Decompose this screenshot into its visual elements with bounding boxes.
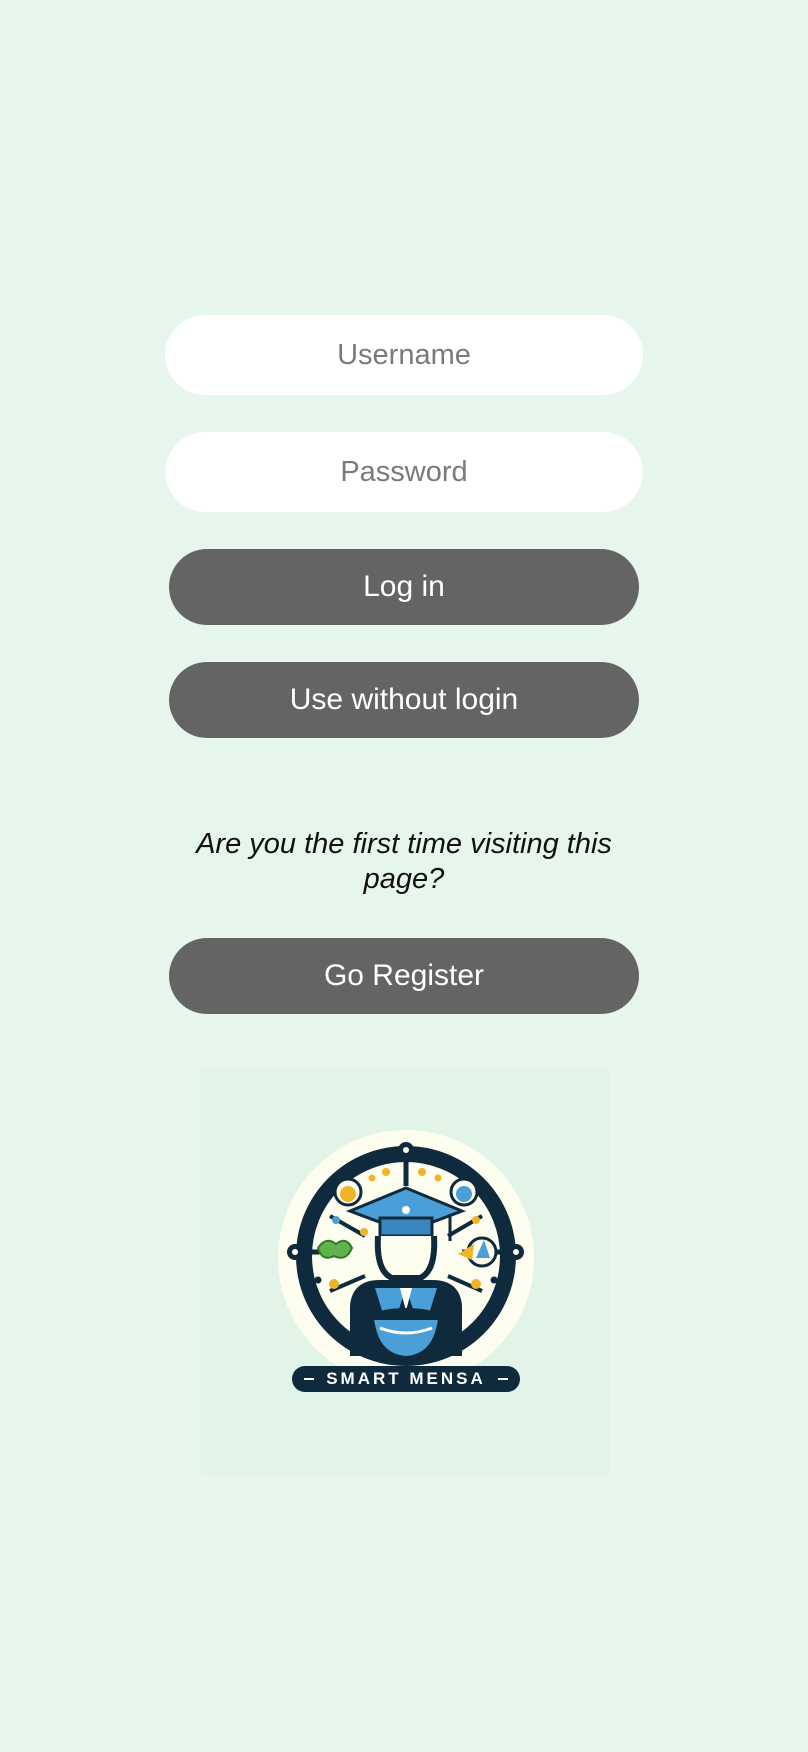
first-visit-prompt: Are you the first time visiting this pag… xyxy=(196,828,612,895)
use-without-login-button[interactable]: Use without login xyxy=(169,662,639,738)
go-register-button[interactable]: Go Register xyxy=(169,938,639,1014)
logo-text: SMART MENSA xyxy=(326,1369,486,1388)
username-field[interactable] xyxy=(165,315,643,395)
smart-mensa-logo: SMART MENSA xyxy=(200,1066,610,1476)
username-input[interactable] xyxy=(186,337,622,373)
password-field[interactable] xyxy=(165,432,643,512)
login-button[interactable]: Log in xyxy=(169,549,639,625)
password-input[interactable] xyxy=(186,454,622,490)
smart-mensa-logo-icon xyxy=(278,1130,534,1392)
